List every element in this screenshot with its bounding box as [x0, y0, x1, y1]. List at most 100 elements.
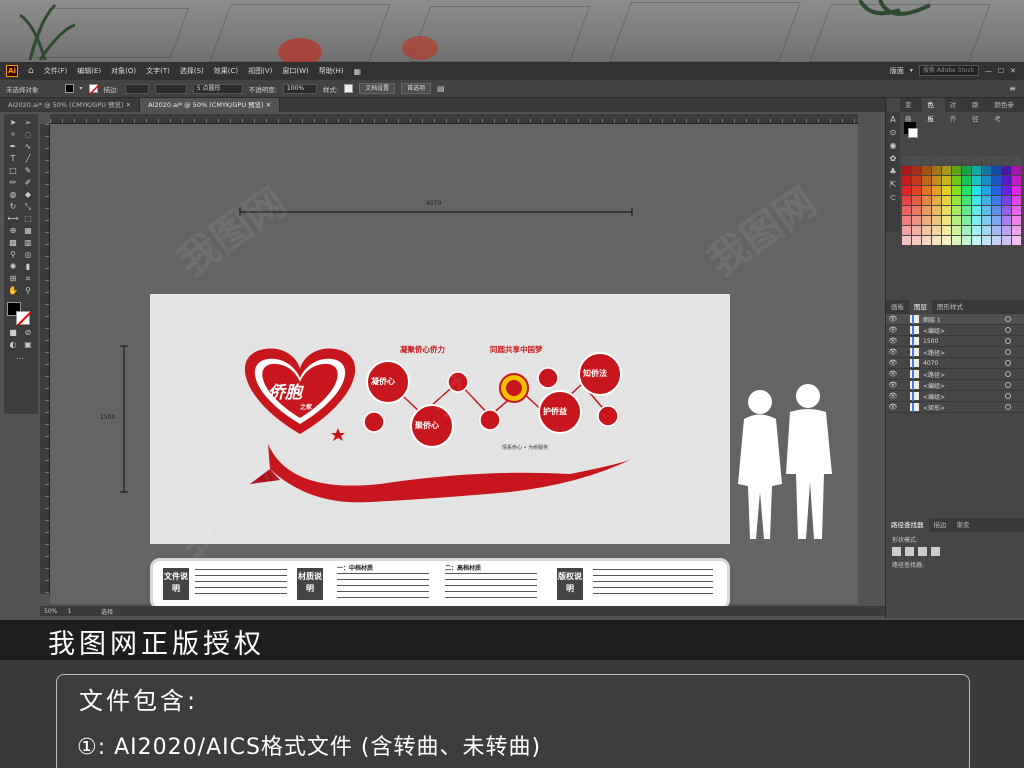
swatch[interactable]: [952, 196, 961, 205]
document-tab[interactable]: AI2020.ai* @ 50% (CMYK/GPU 预览) ✕: [0, 98, 141, 112]
chevron-down-icon[interactable]: ▾: [80, 85, 83, 92]
close-icon[interactable]: ✕: [1010, 67, 1016, 75]
width-tool-icon[interactable]: ⟷: [7, 214, 19, 224]
swatch[interactable]: [1002, 166, 1011, 175]
swatch[interactable]: [932, 156, 941, 165]
swatch[interactable]: [992, 186, 1001, 195]
swatch[interactable]: [982, 176, 991, 185]
intersect-icon[interactable]: [918, 547, 927, 556]
tab-stroke[interactable]: 描边: [929, 518, 952, 532]
stroke-weight-field[interactable]: [124, 83, 149, 94]
swatch[interactable]: [902, 166, 911, 175]
swatch[interactable]: [1012, 176, 1021, 185]
swatch[interactable]: [942, 176, 951, 185]
swatch[interactable]: [992, 166, 1001, 175]
swatch[interactable]: [972, 226, 981, 235]
menu-type[interactable]: 文字(T): [146, 66, 170, 76]
eye-icon[interactable]: 👁: [886, 392, 900, 400]
target-icon[interactable]: [1005, 349, 1011, 355]
tab-artboards[interactable]: 画板: [886, 300, 909, 314]
swatch[interactable]: [982, 196, 991, 205]
mesh-tool-icon[interactable]: ▩: [7, 238, 19, 248]
brushes-icon[interactable]: ✿: [888, 154, 898, 164]
swatch[interactable]: [982, 206, 991, 215]
swatch[interactable]: [1012, 196, 1021, 205]
swatch[interactable]: [952, 156, 961, 165]
swatch[interactable]: [1012, 166, 1021, 175]
close-icon[interactable]: ✕: [266, 101, 271, 109]
tab-layers[interactable]: 图层: [909, 300, 932, 314]
layer-name[interactable]: <编组>: [923, 381, 945, 390]
eye-icon[interactable]: 👁: [886, 359, 900, 367]
properties-icon[interactable]: ⊙: [888, 128, 898, 138]
document-tab-active[interactable]: AI2020.ai* @ 50% (CMYK/GPU 预览) ✕: [140, 98, 281, 112]
layer-row[interactable]: 👁 <编组>: [886, 380, 1024, 391]
variable-width-field[interactable]: [154, 83, 187, 94]
menu-effect[interactable]: 效果(C): [214, 66, 238, 76]
swatch[interactable]: [942, 216, 951, 225]
swatch[interactable]: [1012, 156, 1021, 165]
eye-icon[interactable]: 👁: [886, 337, 900, 345]
blend-tool-icon[interactable]: ◎: [22, 250, 34, 260]
swatch[interactable]: [942, 236, 951, 245]
swatch[interactable]: [942, 196, 951, 205]
swatch[interactable]: [992, 216, 1001, 225]
magic-wand-icon[interactable]: ✧: [7, 130, 19, 140]
swatch[interactable]: [902, 206, 911, 215]
swatch[interactable]: [952, 176, 961, 185]
layer-name[interactable]: <编组>: [923, 392, 945, 401]
tab-transform[interactable]: 变换: [900, 98, 922, 123]
layer-row[interactable]: 👁 <编组>: [886, 325, 1024, 336]
hand-tool-icon[interactable]: ✋: [7, 286, 19, 296]
swatch[interactable]: [992, 226, 1001, 235]
swatch[interactable]: [952, 226, 961, 235]
swatch[interactable]: [1002, 226, 1011, 235]
shape-builder-icon[interactable]: ⊕: [7, 226, 19, 236]
layer-row[interactable]: 👁 图层 1: [886, 314, 1024, 325]
free-transform-icon[interactable]: ⬚: [22, 214, 34, 224]
swatch[interactable]: [1002, 196, 1011, 205]
swatch[interactable]: [962, 176, 971, 185]
eye-icon[interactable]: 👁: [886, 326, 900, 334]
swatch[interactable]: [932, 216, 941, 225]
swatch[interactable]: [1002, 176, 1011, 185]
layer-name[interactable]: <路径>: [923, 348, 945, 357]
eyedropper-icon[interactable]: ⚲: [7, 250, 19, 260]
menu-select[interactable]: 选择(S): [180, 66, 204, 76]
swatch[interactable]: [982, 226, 991, 235]
tab-graphic-styles[interactable]: 图形样式: [932, 300, 968, 314]
target-icon[interactable]: [1005, 404, 1011, 410]
swatch[interactable]: [922, 166, 931, 175]
swatch[interactable]: [902, 186, 911, 195]
swatch[interactable]: [942, 186, 951, 195]
tab-align[interactable]: 对齐: [945, 98, 967, 123]
menu-edit[interactable]: 编辑(E): [77, 66, 101, 76]
layer-row[interactable]: 👁 4070: [886, 358, 1024, 369]
target-icon[interactable]: [1005, 327, 1011, 333]
swatch[interactable]: [922, 216, 931, 225]
swatch[interactable]: [942, 206, 951, 215]
swatch[interactable]: [1002, 216, 1011, 225]
swatch[interactable]: [962, 216, 971, 225]
layer-row[interactable]: 👁 <路径>: [886, 369, 1024, 380]
swatch[interactable]: [952, 186, 961, 195]
gradient-tool-icon[interactable]: ▥: [22, 238, 34, 248]
layer-row[interactable]: 👁 <编组>: [886, 391, 1024, 402]
target-icon[interactable]: [1005, 393, 1011, 399]
links-icon[interactable]: ⊂: [888, 193, 898, 203]
menu-view[interactable]: 视图(V): [248, 66, 272, 76]
pen-tool-icon[interactable]: ✒: [7, 142, 19, 152]
swatch[interactable]: [972, 216, 981, 225]
menu-help[interactable]: 帮助(H): [319, 66, 344, 76]
preferences-button[interactable]: 首选项: [401, 83, 432, 94]
menu-window[interactable]: 窗口(W): [282, 66, 308, 76]
tab-swatches[interactable]: 色板: [922, 98, 945, 123]
swatch[interactable]: [912, 196, 921, 205]
zoom-level[interactable]: 50%: [44, 608, 57, 615]
target-icon[interactable]: [1005, 338, 1011, 344]
swatch[interactable]: [912, 236, 921, 245]
swatch[interactable]: [982, 216, 991, 225]
line-tool-icon[interactable]: ╱: [22, 154, 34, 164]
home-icon[interactable]: ⌂: [28, 66, 34, 76]
swatch[interactable]: [1012, 186, 1021, 195]
